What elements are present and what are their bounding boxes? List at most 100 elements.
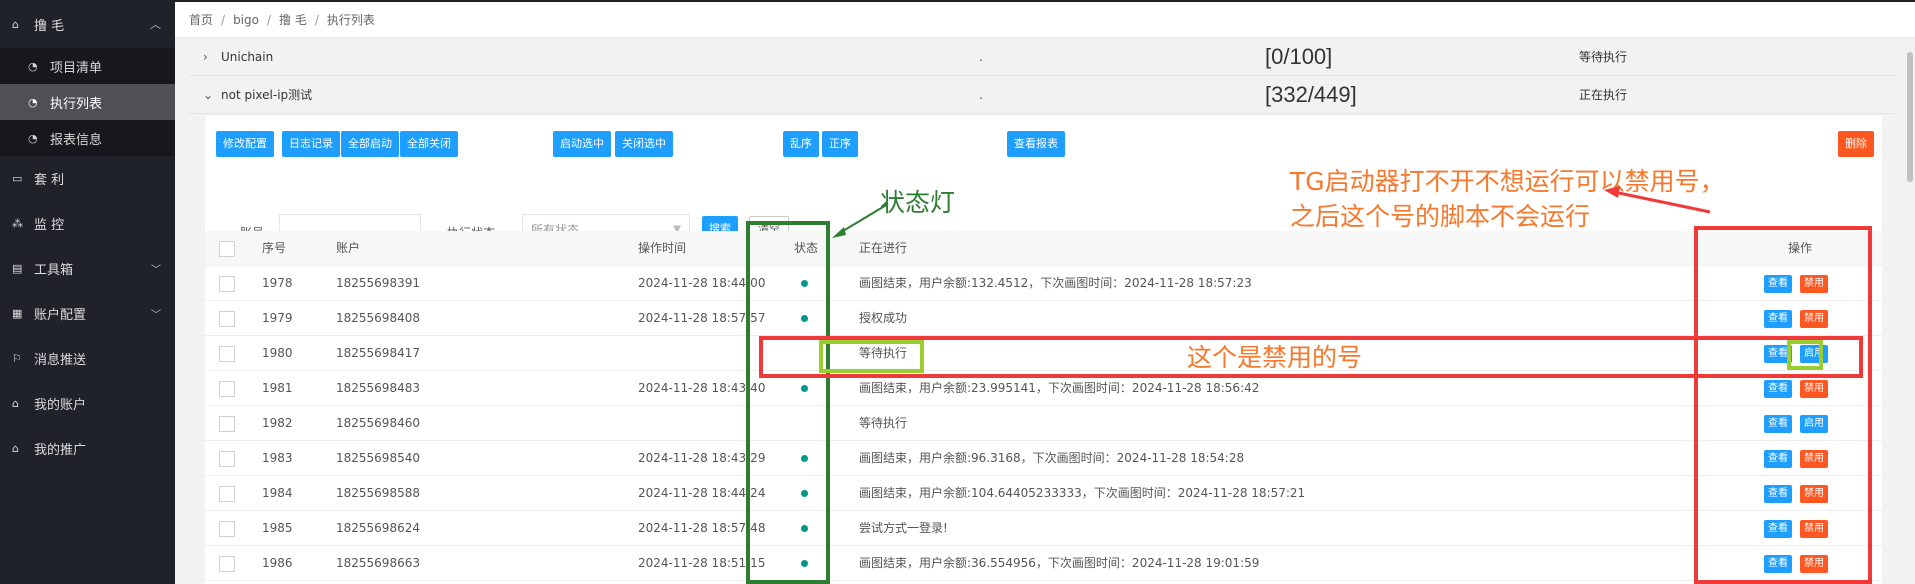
sidebar-item-my-account[interactable]: ⌂ 我的账户	[0, 381, 175, 426]
view-button[interactable]: 查看	[1764, 275, 1792, 293]
breadcrumb-bigo[interactable]: bigo	[233, 13, 259, 27]
table-row: 1983 18255698540 2024-11-28 18:43:29 画图结束，用…	[205, 441, 1882, 476]
sidebar-item-project-list[interactable]: ◔ 项目清单	[0, 48, 175, 84]
home-icon: ⌂	[12, 17, 19, 31]
start-selected-button[interactable]: 启动选中	[553, 131, 611, 157]
edit-config-button[interactable]: 修改配置	[216, 131, 274, 157]
sidebar-item-report[interactable]: ◔ 报表信息	[0, 120, 175, 156]
content: › Unichain . [0/100] 等待执行 ⌄ not pixel-ip…	[189, 38, 1894, 584]
sidebar-item-monitor[interactable]: ⁂ 监 控	[0, 201, 175, 246]
row-progress: 授权成功	[859, 311, 908, 325]
flag-icon: ⚐	[12, 352, 22, 365]
project-dot: .	[979, 87, 983, 102]
sidebar-group-lumao[interactable]: ⌂ 撸 毛 ︿	[0, 0, 175, 48]
dashboard-icon: ◔	[28, 95, 38, 109]
sidebar-item-account-config[interactable]: ▦ 账户配置 ﹀	[0, 291, 175, 336]
chevron-down-icon: ﹀	[151, 310, 161, 321]
toggle-account-button[interactable]: 启用	[1800, 345, 1828, 363]
row-seq: 1981	[262, 381, 293, 395]
row-seq: 1983	[262, 451, 293, 465]
row-seq: 1986	[262, 556, 293, 570]
breadcrumb-home[interactable]: 首页	[189, 11, 213, 28]
table-row: 1986 18255698663 2024-11-28 18:51:15 画图结束，用…	[205, 546, 1882, 581]
view-report-button[interactable]: 查看报表	[1007, 131, 1065, 157]
sidebar-submenu: ◔ 项目清单 ◔ 执行列表 ◔ 报表信息	[0, 48, 175, 156]
sidebar-item-push[interactable]: ⚐ 消息推送	[0, 336, 175, 381]
breadcrumb-lumao[interactable]: 撸 毛	[279, 11, 307, 28]
table-body: 1978 18255698391 2024-11-28 18:44:00 画图结束，用…	[205, 266, 1882, 581]
project-status: 正在执行	[1579, 88, 1628, 102]
sidebar-item-label: 消息推送	[34, 353, 87, 368]
row-time: 2024-11-28 18:43:29	[638, 451, 766, 465]
chevron-right-icon[interactable]: ›	[203, 50, 217, 64]
sidebar-item-label: 我的推广	[34, 443, 87, 458]
row-time: 2024-11-28 18:57:48	[638, 521, 766, 535]
toggle-account-button[interactable]: 启用	[1800, 415, 1828, 433]
order-button[interactable]: 正序	[822, 131, 858, 157]
row-seq: 1978	[262, 276, 293, 290]
status-dot-icon	[801, 315, 808, 322]
chevron-down-icon[interactable]: ⌄	[203, 88, 217, 102]
status-dot-icon	[801, 455, 808, 462]
log-button[interactable]: 日志记录	[282, 131, 340, 157]
stop-all-button[interactable]: 全部关闭	[400, 131, 458, 157]
dashboard-icon: ◔	[28, 131, 38, 145]
shuffle-button[interactable]: 乱序	[783, 131, 819, 157]
view-button[interactable]: 查看	[1764, 310, 1792, 328]
row-checkbox[interactable]	[219, 486, 235, 502]
cluster-icon: ⁂	[12, 217, 23, 230]
row-checkbox[interactable]	[219, 451, 235, 467]
row-checkbox[interactable]	[219, 276, 235, 292]
view-button[interactable]: 查看	[1764, 520, 1792, 538]
toggle-account-button[interactable]: 禁用	[1800, 310, 1828, 328]
breadcrumb-separator: /	[221, 12, 226, 27]
view-button[interactable]: 查看	[1764, 450, 1792, 468]
sidebar-group-label: 撸 毛	[34, 18, 65, 34]
toggle-account-button[interactable]: 禁用	[1800, 485, 1828, 503]
toggle-account-button[interactable]: 禁用	[1800, 555, 1828, 573]
project-row[interactable]: ⌄ not pixel-ip测试 . [332/449] 正在执行	[189, 76, 1894, 114]
sidebar-item-my-promo[interactable]: ⌂ 我的推广	[0, 426, 175, 471]
table-row: 1982 18255698460 等待执行 查看 启用	[205, 406, 1882, 441]
header-account: 账户	[336, 241, 361, 255]
view-button[interactable]: 查看	[1764, 415, 1792, 433]
table-row: 1984 18255698588 2024-11-28 18:44:24 画图结束，用…	[205, 476, 1882, 511]
status-dot-icon	[801, 560, 808, 567]
toggle-account-button[interactable]: 禁用	[1800, 520, 1828, 538]
view-button[interactable]: 查看	[1764, 485, 1792, 503]
project-status: 等待执行	[1579, 50, 1628, 64]
view-button[interactable]: 查看	[1764, 555, 1792, 573]
sidebar-item-label: 我的账户	[34, 398, 87, 413]
row-time: 2024-11-28 18:51:15	[638, 556, 766, 570]
row-checkbox[interactable]	[219, 521, 235, 537]
sidebar-item-exec-list[interactable]: ◔ 执行列表	[0, 84, 175, 120]
scrollbar-thumb[interactable]	[1907, 52, 1913, 182]
sidebar-item-arbitrage[interactable]: ▭ 套 利	[0, 156, 175, 201]
stop-selected-button[interactable]: 关闭选中	[615, 131, 673, 157]
select-all-checkbox[interactable]	[219, 241, 235, 257]
view-button[interactable]: 查看	[1764, 380, 1792, 398]
exec-table: 序号 账户 操作时间 状态 正在进行 操作 1978 18255698391 202…	[205, 231, 1882, 581]
project-row[interactable]: › Unichain . [0/100] 等待执行	[189, 38, 1894, 76]
toggle-account-button[interactable]: 禁用	[1800, 380, 1828, 398]
sidebar-item-toolbox[interactable]: ▤ 工具箱 ﹀	[0, 246, 175, 291]
window-icon: ▭	[12, 172, 23, 185]
row-checkbox[interactable]	[219, 416, 235, 432]
row-progress: 画图结束，用户余额:23.995141，下次画图时间：2024-11-28 18…	[859, 381, 1260, 395]
page-scrollbar[interactable]	[1905, 38, 1915, 584]
row-checkbox[interactable]	[219, 556, 235, 572]
start-all-button[interactable]: 全部启动	[341, 131, 399, 157]
toggle-account-button[interactable]: 禁用	[1800, 275, 1828, 293]
row-account: 18255698624	[336, 521, 420, 535]
toggle-account-button[interactable]: 禁用	[1800, 450, 1828, 468]
row-progress: 画图结束，用户余额:132.4512，下次画图时间：2024-11-28 18:…	[859, 276, 1252, 290]
row-checkbox[interactable]	[219, 346, 235, 362]
row-account: 18255698460	[336, 416, 420, 430]
project-name: not pixel-ip测试	[221, 88, 313, 102]
row-checkbox[interactable]	[219, 381, 235, 397]
row-seq: 1979	[262, 311, 293, 325]
table-row: 1981 18255698483 2024-11-28 18:43:40 画图结束，用…	[205, 371, 1882, 406]
row-checkbox[interactable]	[219, 311, 235, 327]
view-button[interactable]: 查看	[1764, 345, 1792, 363]
delete-button[interactable]: 删除	[1838, 131, 1874, 157]
